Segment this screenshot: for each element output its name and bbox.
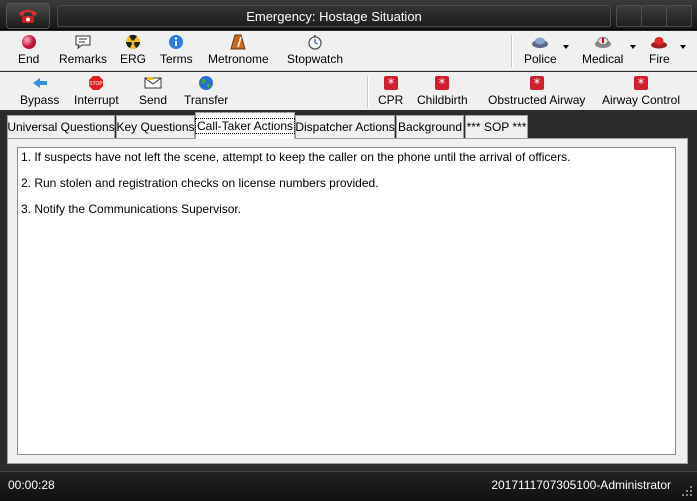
end-button[interactable]: End <box>18 33 39 66</box>
ambulance-light-icon <box>594 33 612 51</box>
fire-light-icon <box>650 33 668 51</box>
bypass-button[interactable]: Bypass <box>20 74 59 107</box>
fire-dropdown-arrow[interactable] <box>680 45 686 49</box>
toolbar-separator <box>511 35 513 67</box>
obstructed-airway-button[interactable]: * Obstructed Airway <box>488 74 585 107</box>
maximize-button[interactable] <box>641 5 667 27</box>
send-button[interactable]: Send <box>139 74 167 107</box>
tab-universal-questions[interactable]: Universal Questions <box>7 115 115 138</box>
toolbar-separator <box>367 76 369 108</box>
send-envelope-icon <box>144 74 162 92</box>
status-bar: 00:00:28 20171117073051​00-Administrator <box>0 471 697 501</box>
transfer-button[interactable]: Transfer <box>184 74 228 107</box>
stop-sign-icon: STOP <box>87 74 105 92</box>
svg-text:*: * <box>638 77 645 90</box>
medical-star-icon: * <box>528 74 546 92</box>
speech-bubble-icon <box>74 33 92 51</box>
info-icon <box>167 33 185 51</box>
stopwatch-icon <box>306 33 324 51</box>
tab-panel: 1. If suspects have not left the scene, … <box>7 138 688 464</box>
stopwatch-button[interactable]: Stopwatch <box>287 33 343 66</box>
call-timer: 00:00:28 <box>8 478 55 492</box>
window-title: Emergency: Hostage Situation <box>57 5 611 27</box>
resize-grip-icon[interactable] <box>681 485 693 497</box>
svg-text:*: * <box>439 77 446 90</box>
bypass-arrow-icon <box>31 74 49 92</box>
action-line: 2. Run stolen and registration checks on… <box>21 176 379 190</box>
tab-key-questions[interactable]: Key Questions <box>116 115 195 138</box>
tab-sop[interactable]: *** SOP *** <box>465 115 528 138</box>
interrupt-button[interactable]: STOP Interrupt <box>74 74 119 107</box>
medical-star-icon: * <box>382 74 400 92</box>
close-button[interactable] <box>666 5 692 27</box>
remarks-button[interactable]: Remarks <box>59 33 107 66</box>
tab-call-taker-actions[interactable]: Call-Taker Actions <box>194 112 296 139</box>
medical-star-icon: * <box>433 74 451 92</box>
toolbar-top: End Remarks ERG Terms Metronome Stopwatc… <box>0 31 697 71</box>
terms-button[interactable]: Terms <box>160 33 193 66</box>
app-menu-button[interactable] <box>6 3 50 29</box>
call-taker-actions-text[interactable]: 1. If suspects have not left the scene, … <box>17 147 676 455</box>
red-ball-icon <box>20 33 38 51</box>
police-dropdown-arrow[interactable] <box>563 45 569 49</box>
action-line: 1. If suspects have not left the scene, … <box>21 150 571 164</box>
toolbar-bottom: Bypass STOP Interrupt Send Transfer * CP… <box>0 72 697 110</box>
childbirth-button[interactable]: * Childbirth <box>417 74 468 107</box>
title-bar: Emergency: Hostage Situation <box>0 0 697 30</box>
erg-button[interactable]: ERG <box>120 33 146 66</box>
police-light-icon <box>531 33 549 51</box>
minimize-button[interactable] <box>616 5 642 27</box>
globe-icon <box>197 74 215 92</box>
medical-button[interactable]: Medical <box>582 33 623 66</box>
tab-background[interactable]: Background <box>396 115 464 138</box>
svg-text:*: * <box>533 77 540 90</box>
police-button[interactable]: Police <box>524 33 557 66</box>
fire-button[interactable]: Fire <box>649 33 670 66</box>
action-line: 3. Notify the Communications Supervisor. <box>21 202 242 216</box>
metronome-button[interactable]: Metronome <box>208 33 269 66</box>
radiation-icon <box>124 33 142 51</box>
medical-dropdown-arrow[interactable] <box>630 45 636 49</box>
metronome-icon <box>229 33 247 51</box>
svg-text:STOP: STOP <box>90 81 104 87</box>
medical-star-icon: * <box>632 74 650 92</box>
cpr-button[interactable]: * CPR <box>378 74 403 107</box>
airway-control-button[interactable]: * Airway Control <box>602 74 680 107</box>
telephone-icon <box>19 10 37 23</box>
svg-text:*: * <box>387 77 394 90</box>
tab-dispatcher-actions[interactable]: Dispatcher Actions <box>295 115 395 138</box>
record-user-label: 20171117073051​00-Administrator <box>491 478 671 492</box>
